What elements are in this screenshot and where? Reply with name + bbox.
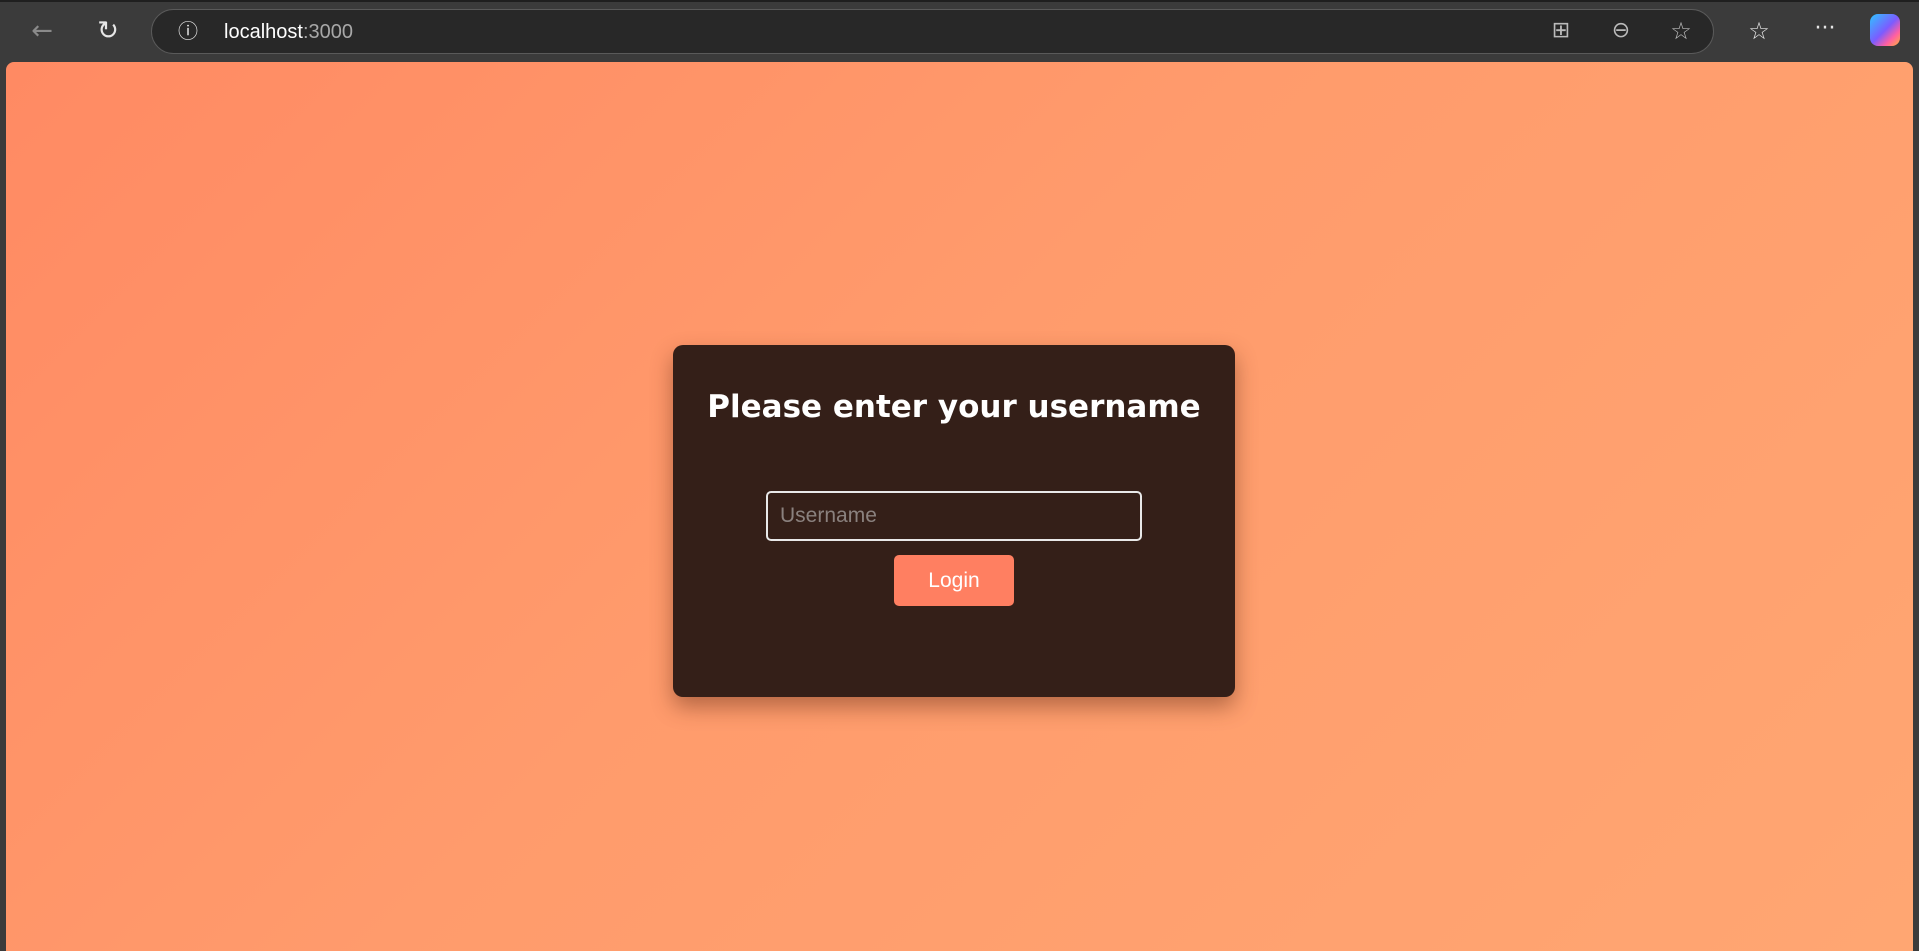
username-input[interactable] (766, 491, 1142, 541)
address-bar[interactable]: ⓘ localhost:3000 ⊞ ⊖ ☆ (151, 9, 1714, 54)
zoom-out-icon[interactable]: ⊖ (1603, 16, 1639, 46)
browser-toolbar: ← ↻ ⓘ localhost:3000 ⊞ ⊖ ☆ ☆ ··· (0, 0, 1919, 62)
page-viewport: Please enter your username Login (6, 62, 1913, 951)
page-title: Please enter your username (707, 389, 1201, 425)
url-text[interactable]: localhost:3000 (224, 21, 353, 44)
split-screen-icon[interactable]: ⊞ (1543, 16, 1579, 46)
copilot-icon[interactable] (1870, 14, 1900, 46)
favorites-list-icon[interactable]: ☆ (1741, 16, 1777, 46)
url-host: localhost (224, 21, 303, 43)
site-info-icon[interactable]: ⓘ (170, 16, 206, 46)
url-port: :3000 (302, 21, 353, 43)
login-card: Please enter your username Login (673, 345, 1235, 697)
more-menu-icon[interactable]: ··· (1807, 14, 1843, 44)
tab-strip-edge (0, 0, 1919, 2)
back-icon[interactable]: ← (24, 16, 60, 46)
refresh-icon[interactable]: ↻ (90, 16, 126, 46)
login-button[interactable]: Login (894, 555, 1014, 606)
favorite-star-icon[interactable]: ☆ (1663, 16, 1699, 46)
